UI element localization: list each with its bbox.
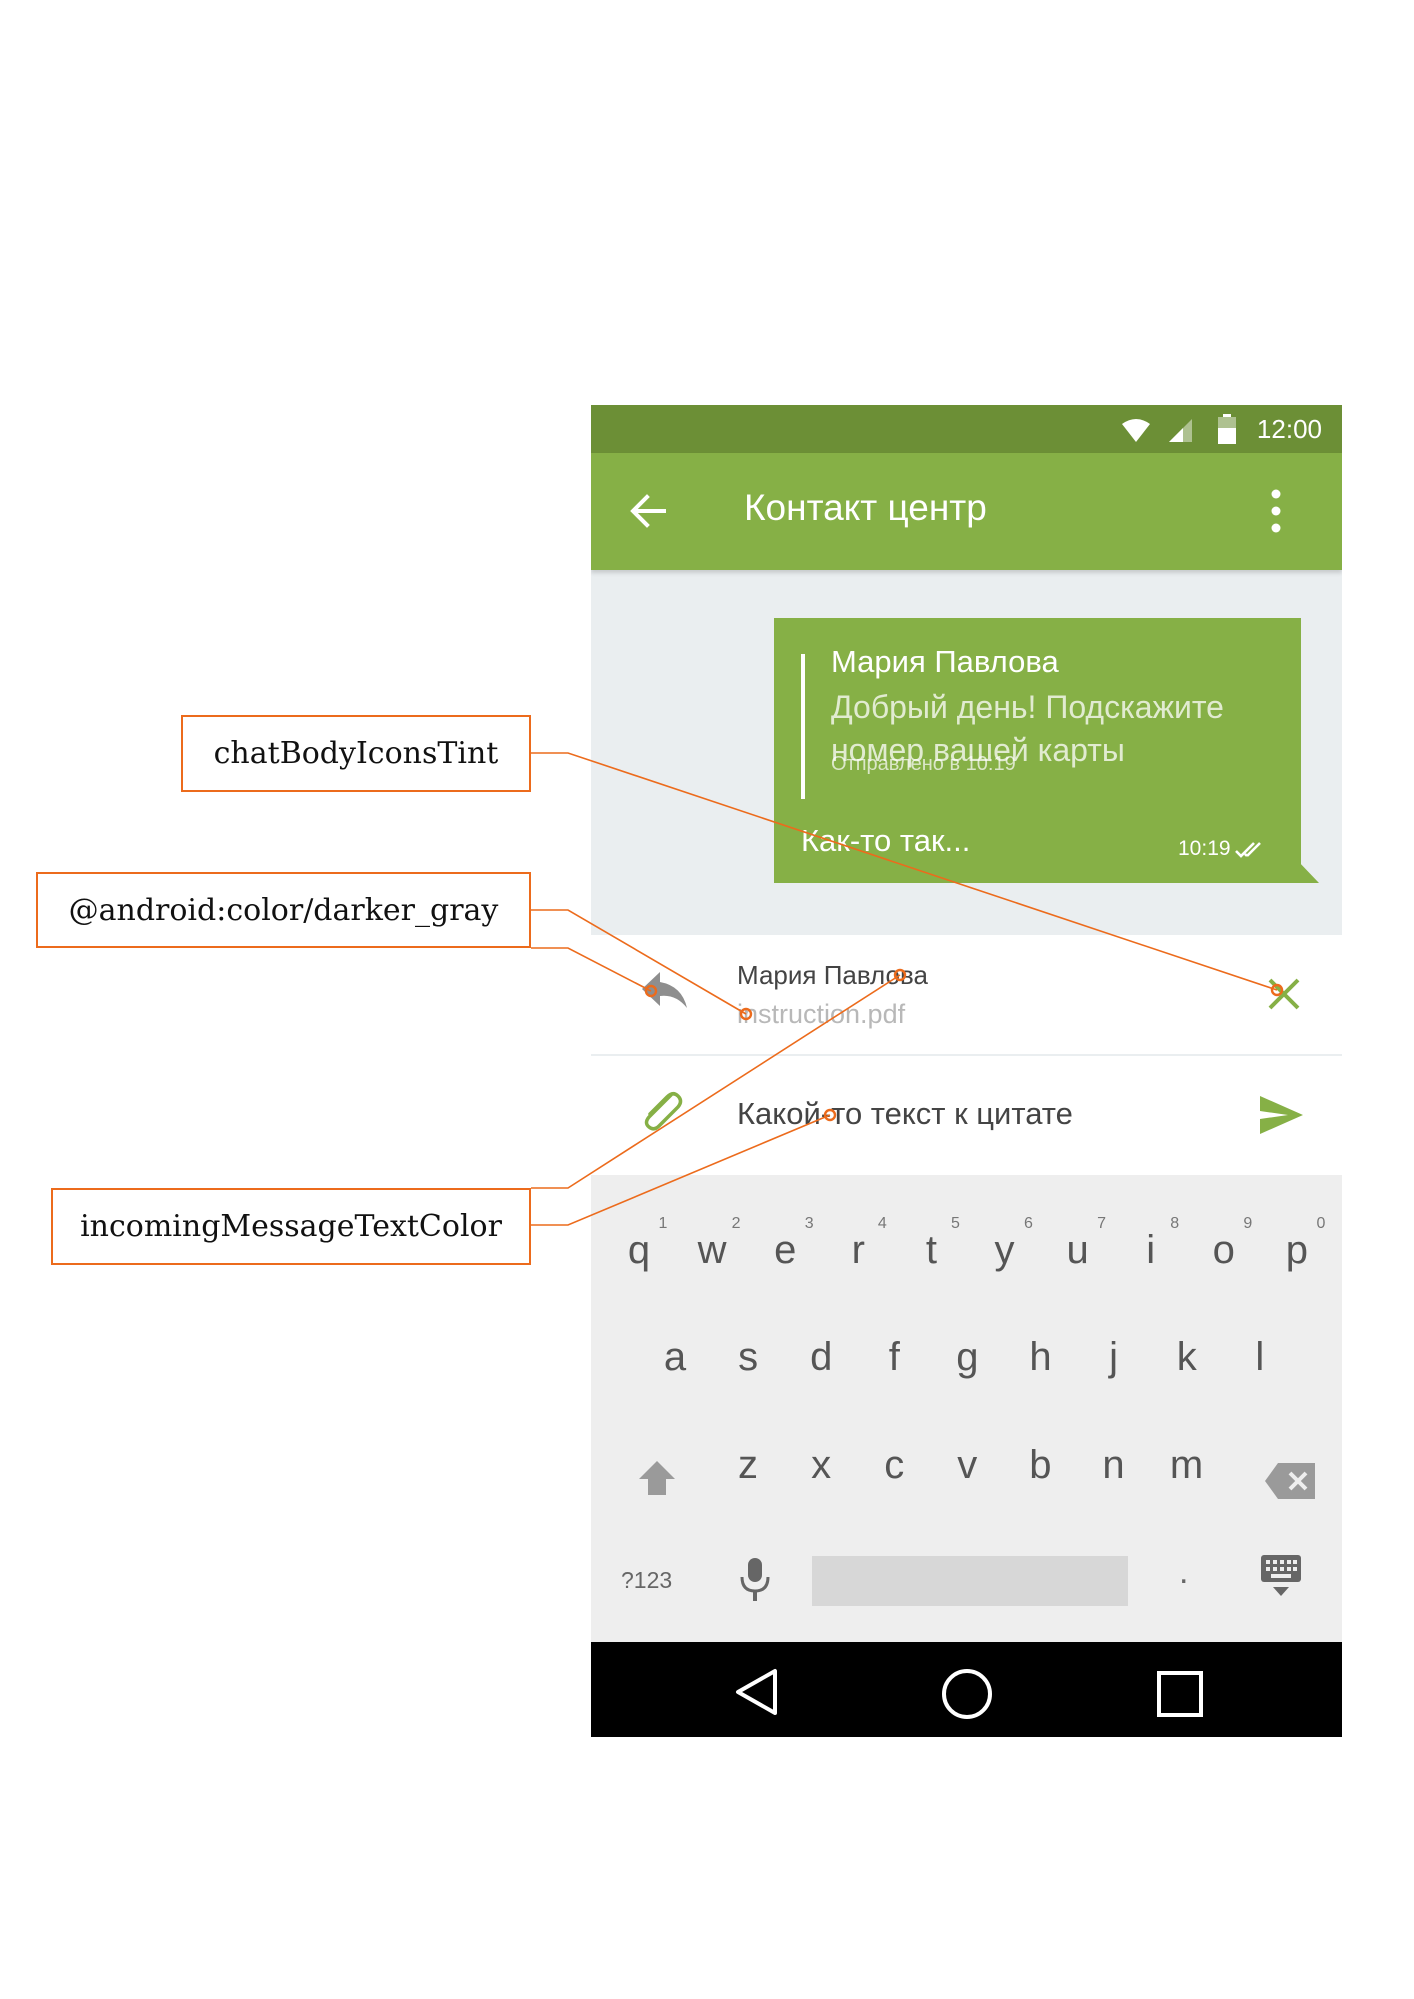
send-icon[interactable] <box>1258 1094 1304 1136</box>
key-r[interactable]: r <box>828 1228 888 1273</box>
message-composer: Какой-то текст к цитате <box>591 1056 1342 1175</box>
nav-back-icon[interactable] <box>734 1668 778 1716</box>
key-hint-4: 4 <box>877 1215 887 1232</box>
key-d[interactable]: d <box>791 1335 851 1380</box>
quote-author: Мария Павлова <box>831 644 1059 679</box>
key-a[interactable]: a <box>645 1335 705 1380</box>
key-h[interactable]: h <box>1011 1335 1071 1380</box>
annotation-incoming-text-color: incomingMessageTextColor <box>51 1188 531 1265</box>
key-u[interactable]: u <box>1048 1228 1108 1273</box>
message-text: Как-то так... <box>801 823 971 858</box>
back-arrow-icon[interactable] <box>629 493 667 529</box>
quote-bar <box>801 654 805 799</box>
key-n[interactable]: n <box>1084 1443 1144 1488</box>
shift-icon[interactable] <box>638 1459 676 1497</box>
battery-icon <box>1218 414 1236 444</box>
backspace-icon[interactable] <box>1264 1462 1316 1500</box>
key-m[interactable]: m <box>1157 1443 1217 1488</box>
app-bar: Контакт центр <box>591 453 1342 570</box>
key-o[interactable]: o <box>1194 1228 1254 1273</box>
key-hint-5: 5 <box>950 1215 960 1232</box>
page-title: Контакт центр <box>744 487 987 528</box>
symbols-key[interactable]: ?123 <box>621 1567 672 1594</box>
key-x[interactable]: x <box>791 1443 851 1488</box>
annotation-icons-tint: chatBodyIconsTint <box>181 715 531 792</box>
key-z[interactable]: z <box>718 1443 778 1488</box>
key-hint-0: 0 <box>1316 1215 1326 1232</box>
key-hint-7: 7 <box>1097 1215 1107 1232</box>
period-key[interactable]: . <box>1179 1553 1188 1592</box>
status-time: 12:00 <box>1256 414 1322 444</box>
message-time: 10:19 <box>1178 837 1231 860</box>
reply-preview-panel: Мария Павлова instruction.pdf <box>591 935 1342 1054</box>
double-check-icon <box>1235 842 1261 858</box>
status-bar: 12:00 <box>591 405 1342 453</box>
phone-screen: 12:00 Контакт центр Мария Павлова Добрый… <box>591 405 1342 1737</box>
quote-sent-time: Отправлено в 10:19 <box>831 753 1016 775</box>
key-hint-9: 9 <box>1243 1215 1253 1232</box>
key-w[interactable]: w <box>682 1228 742 1273</box>
key-y[interactable]: y <box>975 1228 1035 1273</box>
annotation-darker-gray: @android:color/darker_gray <box>36 872 531 948</box>
key-v[interactable]: v <box>937 1443 997 1488</box>
key-t[interactable]: t <box>901 1228 961 1273</box>
key-f[interactable]: f <box>864 1335 924 1380</box>
key-c[interactable]: c <box>864 1443 924 1488</box>
microphone-icon[interactable] <box>738 1557 772 1603</box>
bubble-tail <box>1297 860 1319 883</box>
cellular-signal-icon <box>1169 419 1192 442</box>
reply-file-name: instruction.pdf <box>737 999 906 1029</box>
reply-icon <box>642 972 687 1008</box>
reply-author: Мария Павлова <box>737 960 928 990</box>
key-p[interactable]: p <box>1267 1228 1327 1273</box>
key-g[interactable]: g <box>937 1335 997 1380</box>
key-hint-2: 2 <box>731 1215 741 1232</box>
message-input[interactable]: Какой-то текст к цитате <box>737 1096 1073 1132</box>
key-b[interactable]: b <box>1010 1443 1070 1488</box>
hide-keyboard-icon[interactable] <box>1260 1554 1302 1598</box>
navigation-bar <box>591 1642 1342 1737</box>
attach-paperclip-icon[interactable] <box>637 1086 687 1136</box>
key-hint-6: 6 <box>1024 1215 1033 1232</box>
key-q[interactable]: q <box>609 1228 669 1273</box>
nav-recents-icon[interactable] <box>1156 1670 1204 1718</box>
outgoing-message-bubble[interactable]: Мария Павлова Добрый день! Подскажите но… <box>774 618 1301 883</box>
nav-home-icon[interactable] <box>941 1668 993 1720</box>
more-options-icon[interactable] <box>1270 488 1282 534</box>
spacebar[interactable] <box>812 1556 1128 1606</box>
key-hint-3: 3 <box>804 1215 814 1232</box>
key-hint-8: 8 <box>1170 1215 1180 1232</box>
key-j[interactable]: j <box>1084 1335 1144 1380</box>
key-i[interactable]: i <box>1121 1228 1181 1273</box>
key-s[interactable]: s <box>718 1335 778 1380</box>
key-k[interactable]: k <box>1157 1335 1217 1380</box>
close-reply-icon[interactable] <box>1267 977 1301 1011</box>
key-hint-1: 1 <box>658 1215 668 1232</box>
wifi-icon <box>1122 419 1150 442</box>
key-l[interactable]: l <box>1230 1335 1290 1380</box>
soft-keyboard: q1w2e3r4t5y6u7i8o9p0 asdfghjkl zxcvbnm ?… <box>591 1175 1342 1642</box>
key-e[interactable]: e <box>755 1228 815 1273</box>
